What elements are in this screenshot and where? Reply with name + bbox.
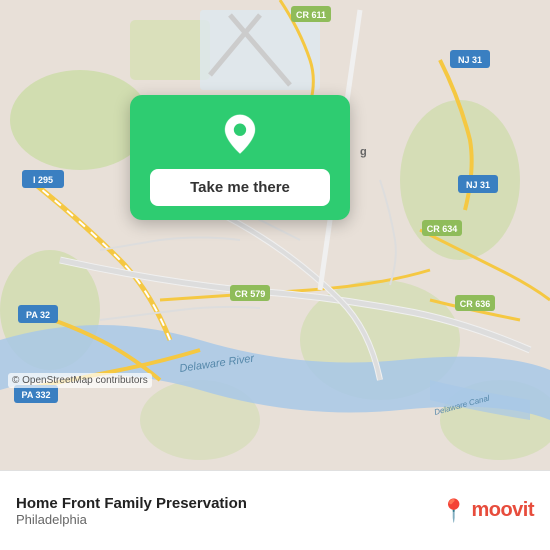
- map-container: I 295 PA 32 PA 332 NJ 31 NJ 31 CR 611 CR…: [0, 0, 550, 470]
- location-info: Home Front Family Preservation Philadelp…: [16, 495, 440, 527]
- svg-text:NJ 31: NJ 31: [466, 180, 490, 190]
- svg-text:CR 611: CR 611: [296, 10, 326, 20]
- location-city: Philadelphia: [16, 512, 440, 527]
- svg-text:I 295: I 295: [33, 175, 53, 185]
- svg-text:g: g: [360, 146, 367, 158]
- svg-text:CR 634: CR 634: [427, 224, 458, 234]
- location-pin-icon: [218, 113, 262, 157]
- moovit-brand-text: moovit: [471, 499, 534, 522]
- map-background: I 295 PA 32 PA 332 NJ 31 NJ 31 CR 611 CR…: [0, 0, 550, 470]
- popup-card: Take me there: [130, 95, 350, 220]
- bottom-bar: Home Front Family Preservation Philadelp…: [0, 470, 550, 550]
- moovit-logo: 📍 moovit: [440, 498, 534, 524]
- svg-text:CR 636: CR 636: [460, 299, 491, 309]
- moovit-pin-icon: 📍: [440, 498, 467, 524]
- svg-text:CR 579: CR 579: [235, 289, 266, 299]
- svg-text:PA 332: PA 332: [21, 390, 50, 400]
- svg-text:PA 32: PA 32: [26, 310, 50, 320]
- svg-text:NJ 31: NJ 31: [458, 55, 482, 65]
- location-name: Home Front Family Preservation: [16, 495, 440, 512]
- app: I 295 PA 32 PA 332 NJ 31 NJ 31 CR 611 CR…: [0, 0, 550, 550]
- copyright-text: © OpenStreetMap contributors: [8, 373, 152, 388]
- take-me-there-button[interactable]: Take me there: [150, 169, 330, 206]
